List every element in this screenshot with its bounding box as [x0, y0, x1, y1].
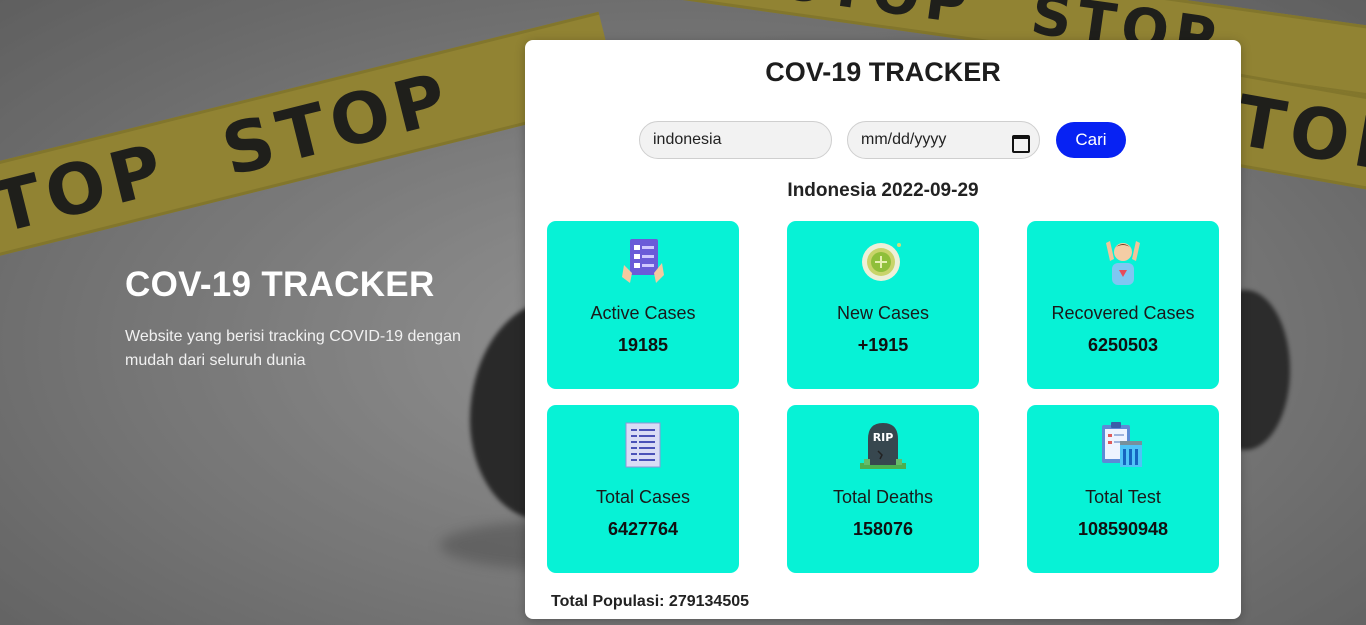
- date-input[interactable]: mm/dd/yyyy: [847, 121, 1040, 159]
- stat-card-total-deaths: RIP Total Deaths 158076: [787, 405, 979, 573]
- stat-label: Recovered Cases: [1051, 303, 1195, 323]
- population-total: Total Populasi: 279134505: [551, 593, 750, 610]
- stat-card-total-cases: Total Cases 6427764: [547, 405, 739, 573]
- stat-label: Active Cases: [590, 303, 696, 323]
- stat-card-recovered-cases: Recovered Cases 6250503: [1027, 221, 1219, 389]
- hero-section: COV-19 TRACKER Website yang berisi track…: [125, 265, 485, 373]
- stat-card-new-cases: New Cases +1915: [787, 221, 979, 389]
- location-date-heading: Indonesia 2022-09-29: [787, 180, 979, 201]
- recovered-person-icon: [1106, 241, 1140, 285]
- stat-card-total-test: Total Test 108590948: [1027, 405, 1219, 573]
- stat-value: 108590948: [1077, 519, 1169, 539]
- search-button[interactable]: Cari: [1056, 122, 1126, 158]
- country-input[interactable]: [639, 121, 832, 159]
- svg-text:RIP: RIP: [873, 431, 894, 444]
- report-icon: [625, 422, 661, 468]
- virus-icon: [862, 243, 901, 281]
- stat-label: Total Test: [1085, 487, 1161, 507]
- stat-label: Total Deaths: [832, 487, 934, 507]
- panel-title: COV-19 TRACKER: [765, 57, 1001, 87]
- checklist-icon: [622, 239, 664, 283]
- stat-label: New Cases: [836, 303, 930, 323]
- stat-value: 158076: [852, 519, 914, 539]
- hero-title: COV-19 TRACKER: [125, 265, 435, 304]
- stat-value: 19185: [617, 335, 669, 355]
- date-placeholder: mm/dd/yyyy: [861, 131, 947, 148]
- stat-value: 6427764: [607, 519, 679, 539]
- tombstone-icon: RIP: [860, 423, 906, 469]
- search-form: mm/dd/yyyy Cari: [639, 121, 1126, 159]
- hero-description: Website yang berisi tracking COVID-19 de…: [125, 328, 461, 369]
- stat-label: Total Cases: [595, 487, 691, 507]
- stat-value: 6250503: [1087, 335, 1159, 355]
- calendar-icon[interactable]: [1012, 133, 1030, 153]
- clipboard-test-icon: [1102, 422, 1142, 467]
- tracker-panel: COV-19 TRACKER mm/dd/yyyy Cari Indonesia…: [525, 40, 1241, 619]
- stat-card-active-cases: Active Cases 19185: [547, 221, 739, 389]
- stat-value: +1915: [857, 335, 909, 355]
